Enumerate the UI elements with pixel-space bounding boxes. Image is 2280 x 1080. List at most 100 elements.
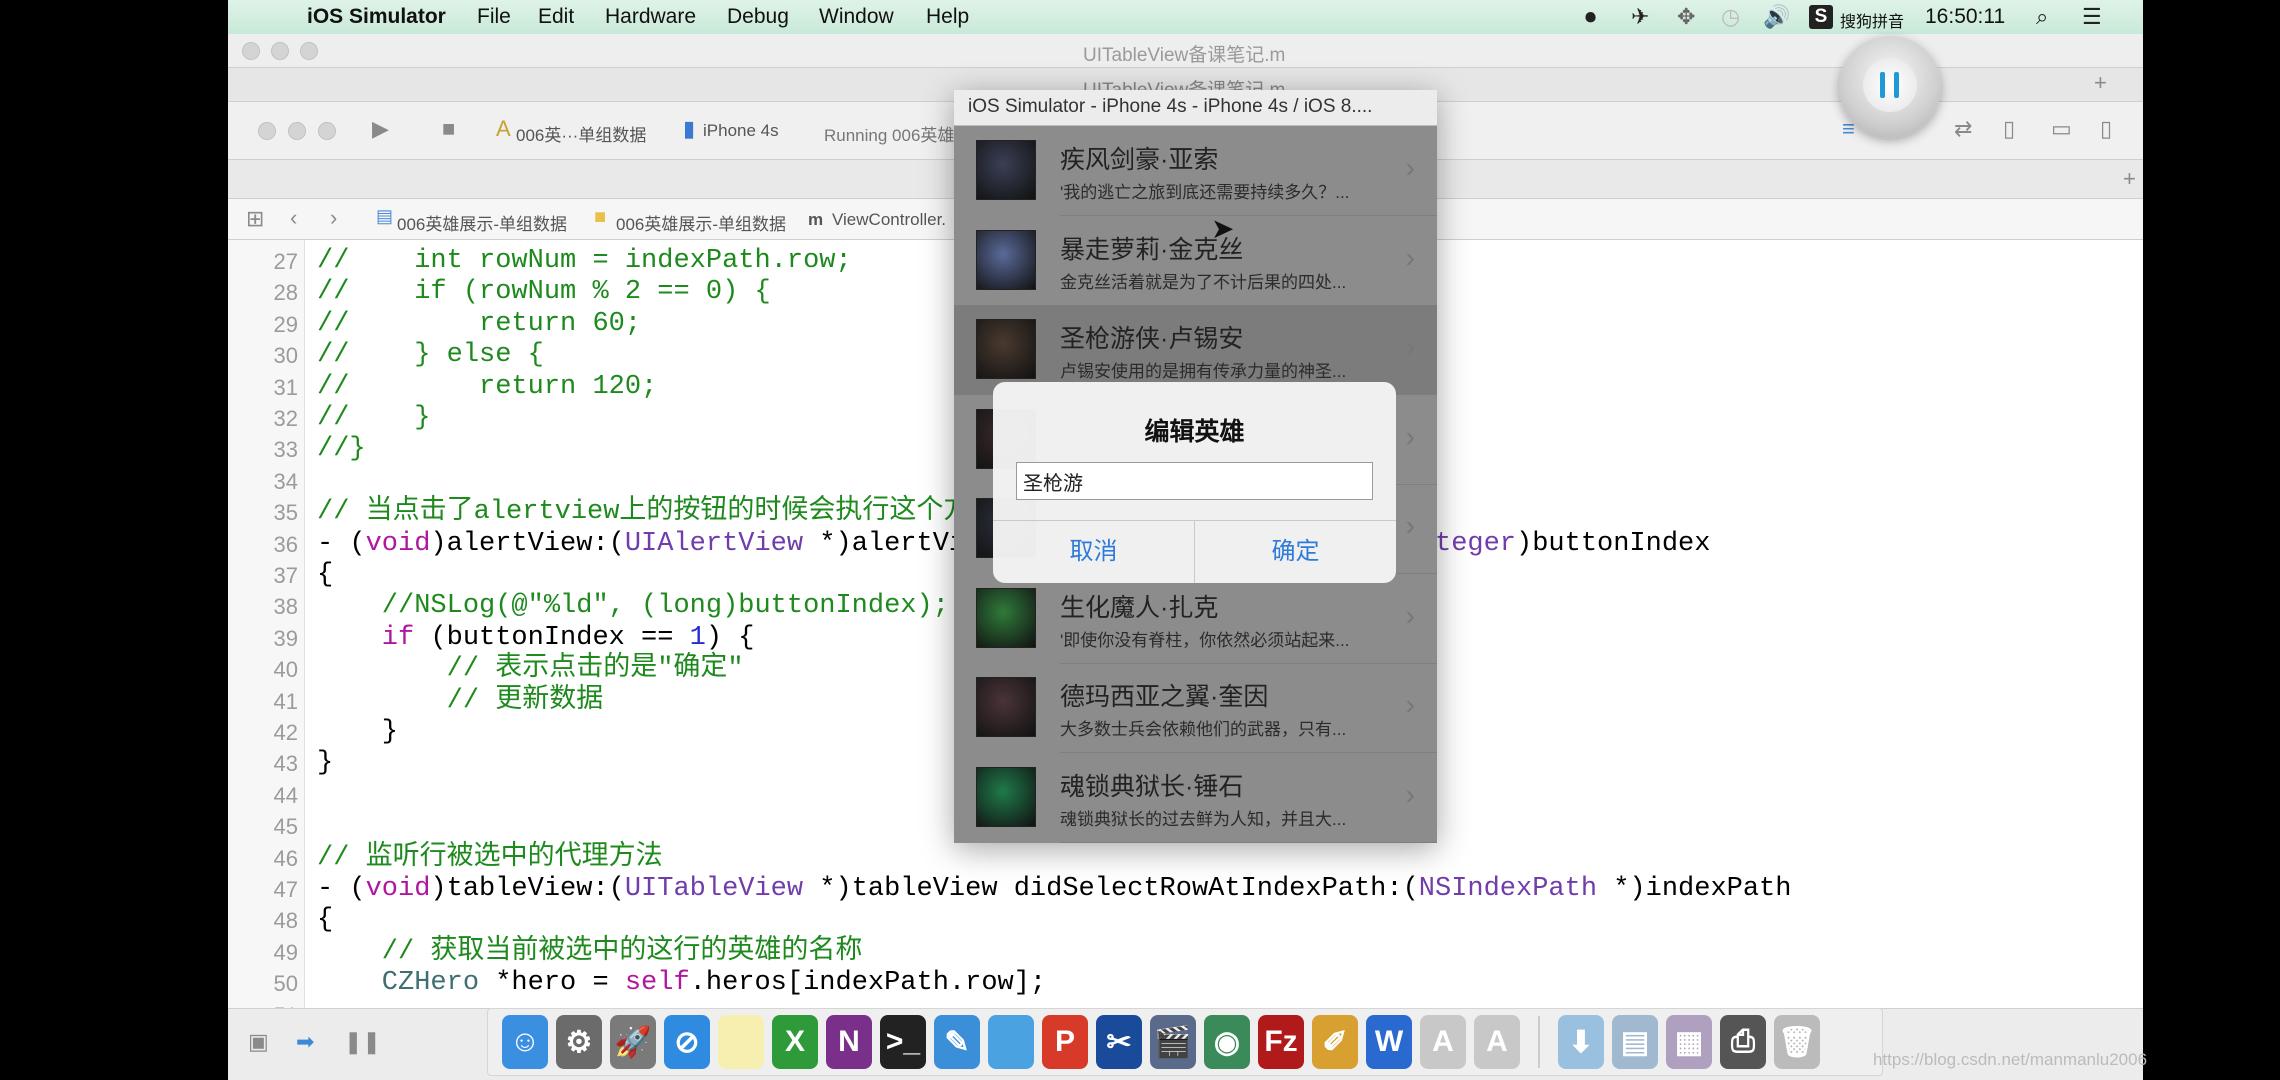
- code-line[interactable]: // if (rowNum % 2 == 0) {: [317, 277, 771, 308]
- navigator-toggle-icon[interactable]: ▯: [2003, 116, 2015, 142]
- airplane-icon[interactable]: ✈: [1631, 4, 1649, 30]
- code-line[interactable]: // 获取当前被选中的这行的英雄的名称: [317, 937, 863, 968]
- filezilla-icon[interactable]: Fz: [1258, 1015, 1304, 1069]
- menu-window[interactable]: Window: [819, 5, 894, 29]
- hide-debug-area-icon[interactable]: ▣: [248, 1029, 269, 1055]
- menu-edit[interactable]: Edit: [538, 5, 574, 29]
- system-preferences-icon[interactable]: ⚙: [556, 1015, 602, 1069]
- menu-clock[interactable]: 16:50:11: [1925, 5, 2005, 29]
- hero-row[interactable]: 生化魔人·扎克 '即使你没有脊柱，你依然必须站起来... ›: [954, 574, 1437, 664]
- add-tab-button[interactable]: +: [2094, 70, 2107, 96]
- video-editor-icon[interactable]: 🎬: [1150, 1015, 1196, 1069]
- onenote-icon[interactable]: N: [826, 1015, 872, 1069]
- code-line[interactable]: if (buttonIndex == 1) {: [317, 623, 755, 654]
- minimize-window-button[interactable]: [271, 42, 289, 60]
- jumpbar-group[interactable]: 006英雄展示-单组数据: [616, 210, 786, 235]
- forward-button[interactable]: ›: [330, 205, 337, 231]
- code-line[interactable]: //NSLog(@"%ld", (long)buttonIndex);: [317, 591, 949, 622]
- code-line[interactable]: CZHero *hero = self.heros[indexPath.row]…: [317, 968, 1046, 999]
- hero-row[interactable]: 德玛西亚之翼·奎因 大多数士兵会依赖他们的武器，只有... ›: [954, 663, 1437, 753]
- related-items-icon[interactable]: ⊞: [246, 206, 264, 232]
- close-window-button[interactable]: [258, 122, 276, 140]
- code-line[interactable]: //}: [317, 434, 366, 465]
- input-method-label[interactable]: 搜狗拼音: [1840, 8, 1904, 32]
- word-icon[interactable]: W: [1366, 1015, 1412, 1069]
- code-line[interactable]: // 监听行被选中的代理方法: [317, 843, 663, 874]
- utilities-toggle-icon[interactable]: ▯: [2100, 116, 2112, 142]
- code-line[interactable]: // }: [317, 403, 430, 434]
- screen-record-icon[interactable]: ⏺: [1585, 4, 1596, 30]
- debug-area-toggle-icon[interactable]: ▭: [2051, 116, 2072, 142]
- powerpoint-icon[interactable]: P: [1042, 1015, 1088, 1069]
- notification-center-icon[interactable]: ☰: [2082, 4, 2102, 30]
- bluetooth-icon[interactable]: ✥: [1677, 4, 1695, 30]
- hero-name: 魂锁典狱长·锤石: [1060, 772, 1244, 801]
- preview-stack-icon[interactable]: ▦: [1666, 1015, 1712, 1069]
- menu-debug[interactable]: Debug: [727, 5, 789, 29]
- menu-hardware[interactable]: Hardware: [605, 5, 696, 29]
- time-machine-icon[interactable]: ◷: [1721, 4, 1740, 30]
- menu-help[interactable]: Help: [926, 5, 969, 29]
- trash-icon[interactable]: 🗑: [1774, 1015, 1820, 1069]
- minimize-window-button[interactable]: [288, 122, 306, 140]
- hero-row[interactable]: 暴走萝莉·金克丝 金克丝活着就是为了不计后果的四处... ›: [954, 216, 1437, 306]
- zoom-window-button[interactable]: [318, 122, 336, 140]
- breakpoints-toggle-icon[interactable]: ➡: [296, 1029, 314, 1055]
- confirm-button[interactable]: 确定: [1195, 521, 1396, 583]
- code-line[interactable]: // 表示点击的是"确定": [317, 654, 744, 685]
- screenshot-icon[interactable]: ✂: [1096, 1015, 1142, 1069]
- safari-icon[interactable]: ⊘: [664, 1015, 710, 1069]
- scheme-selector[interactable]: 006英···单组数据: [516, 121, 646, 146]
- menu-file[interactable]: File: [477, 5, 511, 29]
- code-line[interactable]: // return 120;: [317, 372, 657, 403]
- add-tab-button[interactable]: +: [2123, 166, 2136, 192]
- stop-button[interactable]: ■: [442, 116, 455, 142]
- hero-row[interactable]: 魂锁典狱长·锤石 魂锁典狱长的过去鲜为人知，并且大... ›: [954, 753, 1437, 843]
- launchpad-icon[interactable]: 🚀: [610, 1015, 656, 1069]
- notes-icon[interactable]: [718, 1015, 764, 1069]
- line-number: 38: [273, 594, 298, 620]
- jumpbar-project[interactable]: 006英雄展示-单组数据: [397, 210, 567, 235]
- input-method-badge[interactable]: S: [1809, 5, 1833, 29]
- downloads-stack-icon[interactable]: ⬇: [1558, 1015, 1604, 1069]
- hero-name-input[interactable]: [1016, 462, 1373, 500]
- recording-pause-button[interactable]: [1839, 36, 1941, 138]
- documents-stack-icon[interactable]: ▤: [1612, 1015, 1658, 1069]
- version-editor-icon[interactable]: ⇄: [1954, 116, 1972, 142]
- excel-icon[interactable]: X: [772, 1015, 818, 1069]
- pause-execution-icon[interactable]: ❚❚: [344, 1029, 381, 1055]
- code-line[interactable]: // return 60;: [317, 309, 641, 340]
- device-selector[interactable]: iPhone 4s: [703, 121, 779, 141]
- code-line[interactable]: {: [317, 560, 333, 591]
- close-window-button[interactable]: [242, 42, 260, 60]
- printer-icon[interactable]: ⎙: [1720, 1015, 1766, 1069]
- code-line[interactable]: - (void)tableView:(UITableView *)tableVi…: [317, 874, 1791, 905]
- code-line[interactable]: }: [317, 717, 398, 748]
- network-icon[interactable]: ◉: [1204, 1015, 1250, 1069]
- run-button[interactable]: ▶: [372, 116, 389, 142]
- menu-app-name[interactable]: iOS Simulator: [307, 5, 446, 29]
- code-line[interactable]: {: [317, 905, 333, 936]
- finder-icon[interactable]: ☺: [502, 1015, 548, 1069]
- objc-file-icon: m: [808, 210, 824, 229]
- code-line[interactable]: }: [317, 748, 333, 779]
- jumpbar-file[interactable]: ViewController.: [832, 210, 946, 230]
- xcode-icon[interactable]: ✎: [934, 1015, 980, 1069]
- instruments-icon-2[interactable]: A: [1474, 1015, 1520, 1069]
- instruments-icon[interactable]: A: [1420, 1015, 1466, 1069]
- zoom-window-button[interactable]: [300, 42, 318, 60]
- code-line[interactable]: // 当点击了alertview上的按钮的时候会执行这个方法: [317, 497, 997, 528]
- watermark: https://blog.csdn.net/manmanlu2006: [1872, 1050, 2148, 1069]
- volume-icon[interactable]: 🔊: [1763, 4, 1790, 30]
- hero-row[interactable]: 疾风剑豪·亚索 '我的逃亡之旅到底还需要持续多久？... ›: [954, 126, 1437, 216]
- back-button[interactable]: ‹: [290, 205, 297, 231]
- code-line[interactable]: // } else {: [317, 340, 544, 371]
- folder-icon[interactable]: [988, 1015, 1034, 1069]
- code-line[interactable]: // int rowNum = indexPath.row;: [317, 246, 852, 277]
- sketch-icon[interactable]: ✐: [1312, 1015, 1358, 1069]
- code-line[interactable]: // 更新数据: [317, 686, 604, 717]
- cancel-button[interactable]: 取消: [993, 521, 1194, 583]
- line-number: 30: [273, 343, 298, 369]
- spotlight-search-icon[interactable]: ⌕: [2036, 4, 2048, 30]
- terminal-icon[interactable]: >_: [880, 1015, 926, 1069]
